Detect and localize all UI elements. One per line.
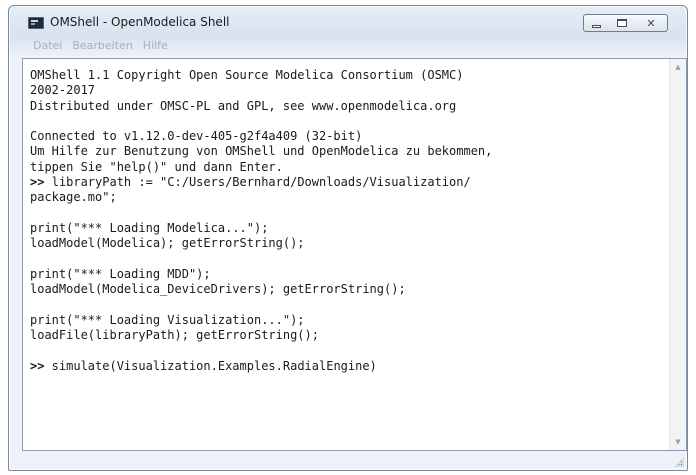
console-line-text: tippen Sie "help()" und dann Enter. [30, 159, 283, 174]
console-line-text: loadModel(Modelica_DeviceDrivers); getEr… [30, 282, 406, 297]
console-line: print("*** Loading MDD"); [30, 267, 665, 282]
console-line: >> simulate(Visualization.Examples.Radia… [30, 359, 665, 374]
console-line: OMShell 1.1 Copyright Open Source Modeli… [30, 68, 665, 83]
console-line: >> libraryPath := "C:/Users/Bernhard/Dow… [30, 175, 665, 190]
console-line-text: simulate(Visualization.Examples.RadialEn… [44, 358, 377, 373]
console-line: loadFile(libraryPath); getErrorString(); [30, 328, 665, 343]
console-line: Connected to v1.12.0-dev-405-g2f4a409 (3… [30, 129, 665, 144]
console-line-text: Um Hilfe zur Benutzung von OMShell und O… [30, 144, 493, 159]
console-line: loadModel(Modelica_DeviceDrivers); getEr… [30, 282, 665, 297]
console-line-text: 2002-2017 [30, 83, 96, 98]
vertical-scrollbar[interactable]: ▲ ▼ [669, 59, 686, 450]
console-line-text: libraryPath := "C:/Users/Bernhard/Downlo… [44, 175, 471, 190]
console-line: Um Hilfe zur Benutzung von OMShell und O… [30, 144, 665, 159]
console-line: Distributed under OMSC-PL and GPL, see w… [30, 99, 665, 114]
omshell-window: OMShell - OpenModelica Shell ✕ Datei Bea… [8, 5, 688, 471]
prompt-marker: >> [30, 175, 45, 190]
prompt-marker: >> [30, 358, 45, 373]
scroll-down-icon[interactable]: ▼ [670, 434, 686, 450]
maximize-icon [617, 19, 627, 27]
console-line-text: loadFile(libraryPath); getErrorString(); [30, 328, 319, 343]
console-line-text: Distributed under OMSC-PL and GPL, see w… [30, 98, 457, 113]
terminal-app-icon [28, 17, 44, 29]
menu-bearbeiten[interactable]: Bearbeiten [68, 39, 136, 52]
resize-grip-icon[interactable] [674, 457, 684, 467]
minimize-button[interactable] [583, 14, 610, 32]
console-line-text: Connected to v1.12.0-dev-405-g2f4a409 (3… [30, 129, 363, 144]
window-title: OMShell - OpenModelica Shell [50, 15, 230, 29]
close-button[interactable]: ✕ [635, 14, 668, 32]
shell-console[interactable]: OMShell 1.1 Copyright Open Source Modeli… [22, 58, 687, 451]
scroll-up-icon[interactable]: ▲ [670, 59, 686, 75]
console-line-text: print("*** Loading MDD"); [30, 266, 211, 281]
console-line: package.mo"; [30, 190, 665, 205]
minimize-icon [592, 24, 601, 28]
menu-bar: Datei Bearbeiten Hilfe [17, 37, 679, 54]
menu-hilfe[interactable]: Hilfe [139, 39, 172, 52]
close-icon: ✕ [646, 16, 656, 30]
title-bar[interactable]: OMShell - OpenModelica Shell ✕ [9, 6, 687, 36]
console-line-text: loadModel(Modelica); getErrorString(); [30, 236, 305, 251]
console-output: OMShell 1.1 Copyright Open Source Modeli… [30, 68, 665, 374]
console-line-text: print("*** Loading Visualization..."); [30, 312, 305, 327]
console-line: print("*** Loading Visualization..."); [30, 313, 665, 328]
status-bar [9, 450, 687, 470]
console-line: print("*** Loading Modelica..."); [30, 221, 665, 236]
console-line: 2002-2017 [30, 83, 665, 98]
console-line: loadModel(Modelica); getErrorString(); [30, 236, 665, 251]
menu-datei[interactable]: Datei [17, 39, 66, 52]
maximize-button[interactable] [609, 14, 636, 32]
console-line: tippen Sie "help()" und dann Enter. [30, 160, 665, 175]
console-line-text: OMShell 1.1 Copyright Open Source Modeli… [30, 68, 464, 82]
console-line-text: package.mo"; [30, 190, 117, 205]
console-line-text: print("*** Loading Modelica..."); [30, 220, 269, 235]
